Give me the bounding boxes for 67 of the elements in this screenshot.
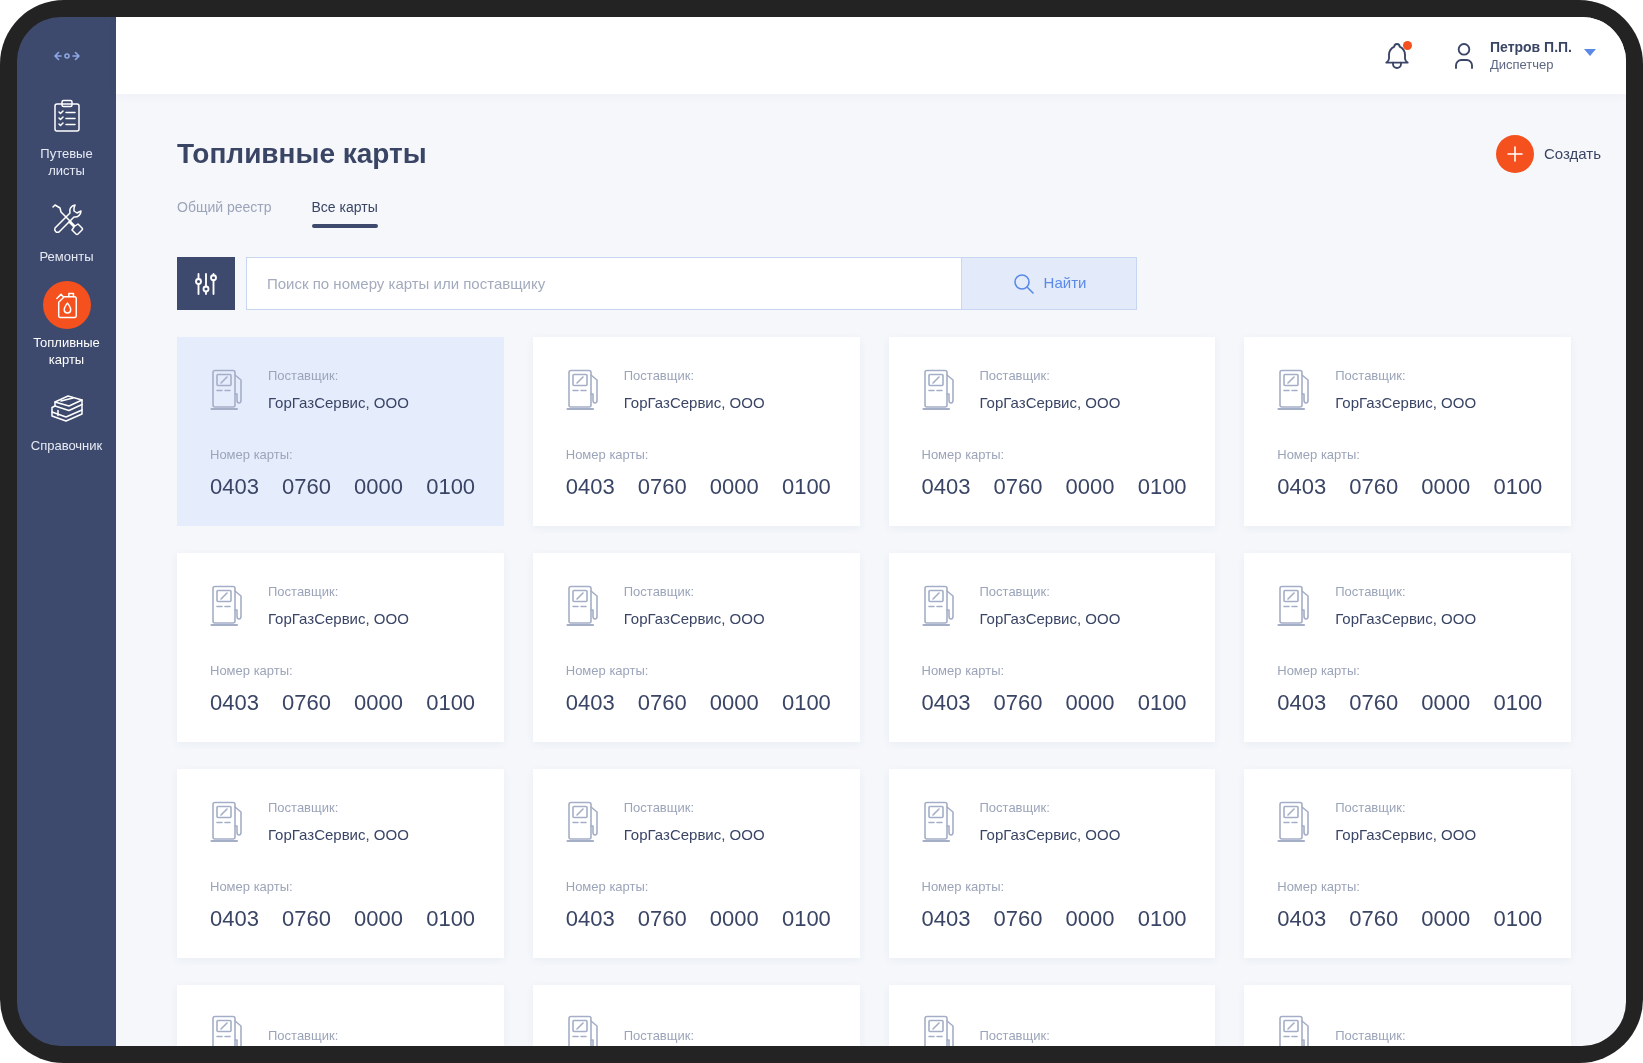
supplier-label: Поставщик: [979,799,1051,817]
supplier-label: Поставщик: [979,1027,1050,1045]
supplier-label: Поставщик: [979,583,1051,601]
fuel-card[interactable]: Поставщик: ГорГазСервис, ООО Номер карты: 0403 0760 0000 0100 [177,337,504,526]
fuel-card[interactable]: Поставщик: ГорГазСервис, ООО Номер карты: 0403 0760 0000 0100 [1244,337,1571,526]
card-number-label: Номер карты: [921,446,1006,464]
supplier-name: ГорГазСервис, ООО [1335,825,1477,845]
supplier-name: ГорГазСервис, ООО [979,393,1121,413]
fuel-card[interactable]: Поставщик: ГорГазСервис, ООО Номер карты: 0403 0760 0000 0100 [1244,769,1571,958]
user-role: Диспетчер [1489,56,1555,73]
fuel-card[interactable]: Поставщик: ГорГазСервис, ООО Номер карты: 0403 0760 0000 0100 [888,769,1216,958]
supplier-label: Поставщик: [1335,799,1407,817]
card-number-label: Номер карты: [565,446,650,464]
supplier-name: ГорГазСервис, ООО [268,609,409,629]
card-number-label: Номер карты: [1277,662,1361,680]
supplier-label: Поставщик: [623,583,696,601]
supplier-name: ГорГазСервис, ООО [623,393,765,413]
card-number-label: Номер карты: [921,878,1006,896]
search-field[interactable]: Поиск по номеру карты или поставщику [246,257,962,310]
supplier-label: Поставщик: [1335,1027,1406,1045]
caret-down-icon[interactable] [1584,49,1596,56]
tab[interactable]: Все карты [311,198,378,228]
card-number-label: Номер карты: [210,662,294,680]
nav-item[interactable]: Справочник [17,384,116,454]
expand-arrows-icon[interactable] [53,50,80,62]
fuel-card[interactable]: Поставщик: ГорГазСервис, ООО Номер карты: 0403 0760 0000 0100 [177,769,504,958]
supplier-name: ГорГазСервис, ООО [623,609,765,629]
supplier-name: ГорГазСервис, ООО [979,609,1121,629]
card-number-label: Номер карты: [921,662,1006,680]
supplier-label: Поставщик: [268,583,340,601]
create-button[interactable]: Создать [1496,135,1601,173]
search-icon [1011,271,1036,296]
supplier-label: Поставщик: [1335,367,1407,385]
supplier-label: Поставщик: [623,367,696,385]
plus-icon [1496,135,1534,173]
fuel-card[interactable]: Поставщик: ГорГазСервис, ООО Номер карты: 0403 0760 0000 0100 [177,553,504,742]
supplier-label: Поставщик: [1335,583,1407,601]
card-number-label: Номер карты: [565,878,650,896]
supplier-name: ГорГазСервис, ООО [268,393,409,413]
fuel-card[interactable]: Поставщик: ГорГазСервис, ООО Номер карты: 0403 0760 0000 0100 [532,337,860,526]
fuel-card[interactable]: Поставщик: ГорГазСервис, ООО Номер карты: 0403 0760 0000 0100 [888,553,1216,742]
supplier-name: ГорГазСервис, ООО [1335,393,1477,413]
supplier-label: Поставщик: [979,367,1051,385]
supplier-label: Поставщик: [268,799,340,817]
card-number-label: Номер карты: [210,446,294,464]
card-number-label: Номер карты: [1277,878,1361,896]
fuel-card[interactable]: Поставщик: ГорГазСервис, ООО Номер карты: 0403 0760 0000 0100 [1244,553,1571,742]
supplier-label: Поставщик: [623,799,696,817]
card-number-label: Номер карты: [1277,446,1361,464]
nav-item[interactable]: Ремонты [17,195,116,265]
supplier-name: ГорГазСервис, ООО [623,825,765,845]
filter-button[interactable] [177,257,235,310]
fuel-card[interactable]: Поставщик: ГорГазСервис, ООО Номер карты: 0403 0760 0000 0100 [532,553,860,742]
supplier-label: Поставщик: [623,1027,695,1045]
supplier-name: ГорГазСервис, ООО [979,825,1121,845]
fuel-card[interactable]: Поставщик: ГорГазСервис, ООО Номер карты: 0403 0760 0000 0100 [532,769,860,958]
page-title: Топливные карты [177,137,427,171]
card-number-label: Номер карты: [565,662,650,680]
nav-item[interactable]: Путевые листы [17,92,116,179]
user-name: Петров П.П. [1489,38,1572,56]
nav-item[interactable]: Топливные карты [17,281,116,368]
card-number-label: Номер карты: [210,878,294,896]
supplier-label: Поставщик: [268,1027,339,1045]
fuel-card[interactable]: Поставщик: ГорГазСервис, ООО Номер карты: 0403 0760 0000 0100 [888,337,1216,526]
supplier-name: ГорГазСервис, ООО [268,825,409,845]
supplier-label: Поставщик: [268,367,340,385]
supplier-name: ГорГазСервис, ООО [1335,609,1477,629]
